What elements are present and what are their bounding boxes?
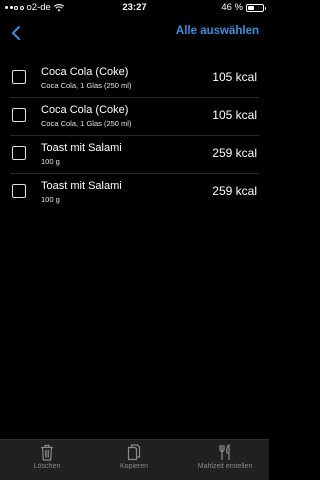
item-kcal: 105 kcal bbox=[212, 108, 257, 122]
copy-button[interactable]: Kopieren bbox=[109, 440, 159, 480]
copy-label: Kopieren bbox=[119, 463, 149, 470]
create-meal-button[interactable]: Mahlzeit erstellen bbox=[190, 440, 260, 480]
delete-label: Löschen bbox=[33, 463, 61, 470]
chevron-left-icon[interactable] bbox=[10, 24, 24, 42]
bottom-toolbar: Löschen Kopieren Mahlzeit erstellen bbox=[0, 439, 269, 480]
item-title: Coca Cola (Coke) bbox=[41, 66, 129, 78]
item-kcal: 259 kcal bbox=[212, 146, 257, 160]
navigation-bar: Alle auswählen bbox=[0, 16, 269, 50]
battery-percentage: 46 % bbox=[221, 2, 243, 13]
item-subtitle: 100 g bbox=[41, 195, 60, 204]
item-checkbox[interactable] bbox=[12, 184, 26, 198]
list-item[interactable]: Toast mit Salami 100 g 259 kcal bbox=[0, 136, 269, 174]
item-subtitle: Coca Cola, 1 Glas (250 ml) bbox=[41, 119, 132, 128]
status-bar: o2-de 23:27 46 % bbox=[0, 0, 269, 16]
copy-icon bbox=[127, 444, 141, 461]
list-item[interactable]: Coca Cola (Coke) Coca Cola, 1 Glas (250 … bbox=[0, 60, 269, 98]
select-all-button[interactable]: Alle auswählen bbox=[176, 25, 259, 37]
create-meal-label: Mahlzeit erstellen bbox=[197, 463, 253, 470]
list-item[interactable]: Coca Cola (Coke) Coca Cola, 1 Glas (250 … bbox=[0, 98, 269, 136]
delete-button[interactable]: Löschen bbox=[22, 440, 72, 480]
item-subtitle: Coca Cola, 1 Glas (250 ml) bbox=[41, 81, 132, 90]
food-list: Coca Cola (Coke) Coca Cola, 1 Glas (250 … bbox=[0, 60, 269, 212]
status-right: 46 % bbox=[221, 2, 266, 13]
item-checkbox[interactable] bbox=[12, 146, 26, 160]
item-kcal: 259 kcal bbox=[212, 184, 257, 198]
item-kcal: 105 kcal bbox=[212, 70, 257, 84]
battery-icon bbox=[246, 3, 266, 12]
item-title: Coca Cola (Coke) bbox=[41, 104, 129, 116]
fork-knife-icon bbox=[219, 444, 230, 460]
item-title: Toast mit Salami bbox=[41, 142, 122, 154]
item-checkbox[interactable] bbox=[12, 108, 26, 122]
item-subtitle: 100 g bbox=[41, 157, 60, 166]
item-checkbox[interactable] bbox=[12, 70, 26, 84]
item-title: Toast mit Salami bbox=[41, 180, 122, 192]
trash-icon bbox=[41, 444, 53, 461]
list-item[interactable]: Toast mit Salami 100 g 259 kcal bbox=[0, 174, 269, 212]
